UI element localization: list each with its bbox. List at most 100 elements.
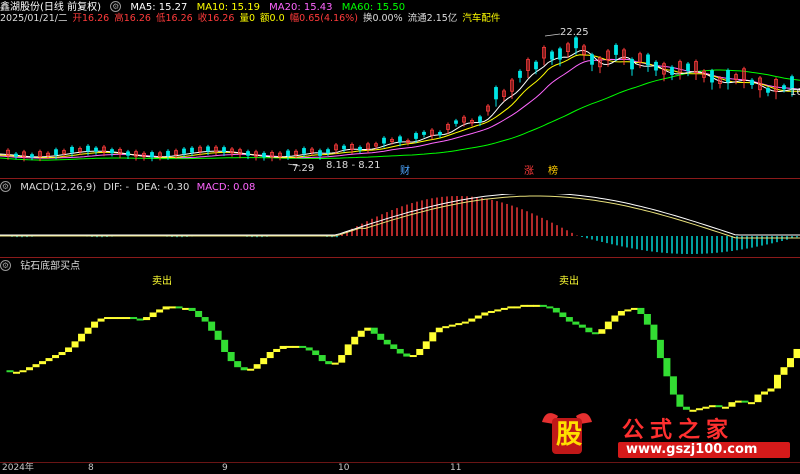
logo-char: 股 (555, 420, 582, 450)
quote-date: 2025/01/21/二 (0, 13, 68, 24)
x-axis-label-aug: 8 (88, 463, 94, 473)
candle-body (726, 69, 730, 83)
indicator-fall-block (312, 350, 320, 356)
indicator-rise-block (786, 358, 794, 368)
ma60-value: MA60: 15.50 (341, 1, 406, 13)
indicator-rise-block (448, 324, 456, 327)
sell-signal-label-1: 卖出 (152, 276, 172, 287)
quote-open: 开16.26 (72, 13, 110, 24)
ma5-value: MA5: 15.27 (130, 1, 188, 13)
indicator-rise-block (169, 306, 177, 309)
quote-amount: 额0.0 (260, 13, 285, 24)
candle-body (494, 87, 498, 100)
indicator-rise-block (39, 361, 47, 365)
indicator-fall-block (539, 304, 547, 307)
indicator-rise-block (780, 367, 788, 375)
candle-body (286, 150, 290, 157)
indicator-rise-block (630, 307, 638, 310)
stock-name[interactable]: 鑫湖股份(日线 前复权) (0, 2, 101, 13)
indicator-rise-block (351, 336, 359, 345)
event-limit-up-icon[interactable]: 涨 (524, 166, 534, 178)
candle-body (558, 48, 562, 60)
indicator-fall-block (650, 324, 658, 340)
indicator-rise-block (357, 330, 365, 337)
quote-amplitude: 幅0.65(4.16%) (289, 13, 358, 24)
candle-body (574, 37, 578, 49)
quote-close: 收16.26 (197, 13, 235, 24)
indicator-fall-block (741, 400, 749, 403)
sell-signal-label-2: 卖出 (559, 276, 579, 287)
indicator-fall-block (565, 317, 573, 322)
peak-price-label: 22.25 (560, 27, 589, 38)
site-url[interactable]: www.gszj100.com (626, 442, 757, 458)
indicator-rise-block (409, 355, 417, 358)
indicator-rise-block (598, 329, 606, 334)
indicator-fall-block (578, 324, 586, 328)
indicator-fall-block (403, 353, 411, 357)
event-billboard-icon[interactable]: 榜 (548, 166, 558, 178)
quote-industry[interactable]: 汽车配件 (462, 13, 500, 24)
indicator-rise-block (754, 394, 762, 403)
dif-line (0, 194, 800, 236)
indicator-rise-block (143, 317, 151, 321)
macd-chart[interactable] (0, 194, 800, 256)
site-watermark: 股 公式之家 www.gszj100.com (536, 406, 796, 466)
candle-body (358, 146, 362, 151)
indicator-rise-block (364, 327, 372, 331)
candle-body (398, 136, 402, 143)
indicator-settings-icon[interactable]: ⚙ (0, 260, 11, 271)
indicator-rise-block (279, 345, 287, 349)
indicator-fall-block (136, 318, 144, 321)
indicator-rise-block (422, 341, 430, 349)
macd-title[interactable]: MACD(12,26,9) (20, 182, 96, 193)
indicator-rise-block (468, 318, 476, 322)
candle-body (86, 145, 90, 152)
macd-dea: DEA: -0.30 (136, 181, 190, 193)
right-price-label: 16 (790, 87, 800, 98)
candle-body (766, 88, 770, 93)
price-chart[interactable] (0, 26, 800, 176)
indicator-rise-block (91, 321, 99, 328)
indicator-rise-block (533, 304, 541, 307)
candle-body (14, 153, 18, 157)
macd-settings-icon[interactable]: ⚙ (0, 181, 11, 192)
indicator-fall-block (188, 307, 196, 311)
indicator-rise-block (513, 306, 521, 309)
indicator-title[interactable]: 钻石底部买点 (20, 261, 80, 272)
indicator-fall-block (396, 348, 404, 354)
indicator-fall-block (552, 307, 560, 313)
candle-body (70, 146, 74, 153)
indicator-fall-block (370, 327, 378, 334)
indicator-fall-block (195, 310, 203, 318)
candle-body (710, 70, 714, 83)
indicator-rise-block (344, 344, 352, 356)
indicator-rise-block (247, 368, 255, 371)
separator-macd-indicator (0, 257, 800, 258)
indicator-rise-block (481, 312, 489, 316)
indicator-header-row: ⚙ 钻石底部买点 (0, 260, 86, 273)
candle-body (94, 147, 98, 152)
indicator-rise-block (286, 345, 294, 348)
indicator-fall-block (559, 312, 567, 318)
indicator-rise-block (338, 355, 346, 363)
candle-body (110, 149, 114, 154)
indicator-rise-block (110, 317, 118, 320)
ma-header-row: 鑫湖股份(日线 前复权) ⚙ MA5: 15.27 MA10: 15.19 MA… (0, 1, 411, 14)
indicator-rise-block (760, 391, 768, 395)
indicator-fall-block (591, 332, 599, 335)
candle-body (654, 61, 658, 71)
quote-low: 低16.26 (155, 13, 193, 24)
event-finance-icon[interactable]: 财 (400, 166, 410, 178)
indicator-fall-block (318, 355, 326, 362)
indicator-rise-block (26, 367, 34, 371)
indicator-rise-block (461, 321, 469, 324)
quote-turnover: 换0.00% (362, 13, 403, 24)
candle-body (382, 137, 386, 144)
candle-body (166, 150, 170, 157)
candle-body (750, 79, 754, 86)
indicator-rise-block (611, 315, 619, 322)
indicator-fall-block (240, 367, 248, 371)
quote-float: 流通2.15亿 (407, 13, 458, 24)
settings-icon[interactable]: ⚙ (110, 1, 122, 12)
candle-body (454, 120, 458, 124)
